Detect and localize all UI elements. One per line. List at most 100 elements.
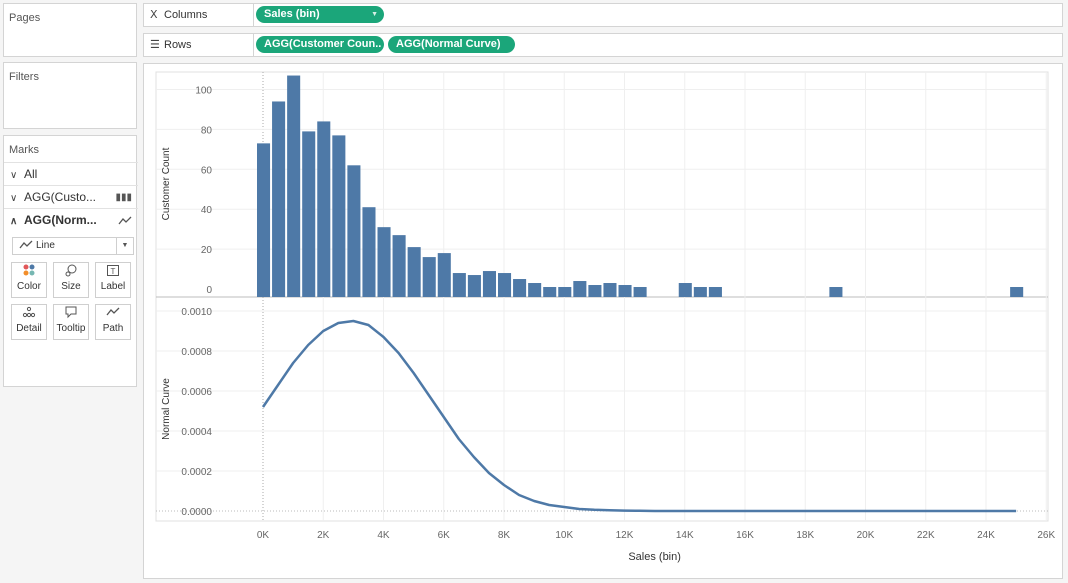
detail-icon [12,305,46,323]
histogram-bar [407,247,421,297]
histogram-bar [678,283,692,297]
histogram-bar [257,143,271,297]
histogram-bar [272,101,286,297]
svg-text:T: T [111,267,116,276]
pill-sales-bin[interactable]: Sales (bin) ▼ [256,6,384,23]
y-tick-label: 80 [201,125,213,136]
detail-button[interactable]: Detail [11,304,47,340]
path-icon [96,305,130,323]
tooltip-button-label: Tooltip [56,323,86,334]
marks-card-label: AGG(Norm... [24,213,97,227]
histogram-bar [422,257,436,297]
x-tick-label: 24K [977,530,995,541]
filters-card[interactable]: Filters [3,62,137,129]
tooltip-button[interactable]: Tooltip [53,304,89,340]
x-tick-label: 0K [257,530,270,541]
x-tick-label: 6K [438,530,451,541]
y-axis-title-customer-count: Customer Count [161,147,172,220]
histogram-bar [467,275,481,297]
label-button[interactable]: T Label [95,262,131,298]
chart-panel: 0K 2K 4K 6K 8K 10K 12K 14K 16K 18K 20K 22K 24K 26K 0 20… [143,63,1063,579]
x-tick-label: 8K [498,530,511,541]
columns-shelf-label: Ⅹ Columns [144,4,254,26]
path-button[interactable]: Path [95,304,131,340]
histogram-bar [618,285,632,297]
x-tick-label: 10K [555,530,573,541]
y-tick-label: 0.0000 [181,507,212,518]
chevron-down-icon: ∨ [10,193,18,204]
pill-label: AGG(Normal Curve) [396,38,501,50]
histogram-bar [829,287,843,297]
x-tick-label: 12K [616,530,634,541]
y-tick-label: 60 [201,165,213,176]
y-tick-label: 0.0010 [181,307,212,318]
histogram-bar [452,273,466,297]
histogram-bar [332,135,346,297]
histogram-bar [693,287,707,297]
histogram-bar [573,281,587,297]
bar-chart-icon: ▮▮▮ [115,192,132,203]
marks-card-normal-curve[interactable]: ∧ AGG(Norm... [4,208,138,231]
chevron-up-icon: ∧ [10,216,18,227]
pill-label: Sales (bin) [264,8,320,20]
mark-type-value: Line [36,240,55,251]
size-button[interactable]: Size [53,262,89,298]
rows-icon: ☰ [150,39,160,51]
pill-dropdown-icon[interactable]: ▼ [371,6,378,23]
rows-label-text: Rows [164,39,192,51]
y-tick-label: 100 [195,86,212,97]
path-button-label: Path [102,323,124,334]
y-tick-label: 0.0006 [181,387,212,398]
histogram-bar [558,287,572,297]
histogram-bar [708,287,722,297]
y-tick-label: 20 [201,245,213,256]
mark-type-select[interactable]: Line ▼ [12,237,134,255]
histogram-bar [392,235,406,297]
y-tick-label: 40 [201,205,213,216]
pages-card[interactable]: Pages [3,3,137,57]
histogram-bar [482,271,496,297]
pages-title: Pages [9,12,41,24]
y-axis-title-normal-curve: Normal Curve [161,378,172,440]
dropdown-arrow-icon[interactable]: ▼ [116,238,133,254]
label-icon: T [96,263,130,281]
color-button[interactable]: Color [11,262,47,298]
histogram-bar [633,287,647,297]
normal-curve-line [261,319,1017,513]
histogram-bar [588,285,602,297]
filters-title: Filters [9,71,39,83]
x-tick-label: 16K [736,530,754,541]
histogram-bar [543,287,557,297]
histogram-bar [437,253,451,297]
marks-card-customer-count[interactable]: ∨ AGG(Custo... ▮▮▮ [4,185,138,208]
y-tick-label: 0.0002 [181,467,212,478]
columns-icon: Ⅹ [150,9,158,21]
marks-card: Marks ∨ All ∨ AGG(Custo... ▮▮▮ ∧ AGG(Norm..… [3,135,138,387]
histogram-bar [347,165,361,297]
y-tick-label: 0 [206,285,212,296]
x-tick-label: 20K [857,530,875,541]
label-button-label: Label [100,281,126,292]
chart-svg: 0K 2K 4K 6K 8K 10K 12K 14K 16K 18K 20K 22K 24K 26K 0 20… [155,71,1055,563]
line-chart-icon [118,216,132,225]
x-tick-label: 2K [317,530,330,541]
rows-shelf[interactable]: ☰ Rows AGG(Customer Coun.. AGG(Normal Cur… [143,33,1063,57]
color-icon [12,263,46,281]
columns-shelf[interactable]: Ⅹ Columns Sales (bin) ▼ [143,3,1063,27]
x-tick-label: 4K [377,530,390,541]
columns-label-text: Columns [164,9,208,21]
histogram-bar [1010,287,1024,297]
line-icon [19,240,33,249]
x-axis-title: Sales (bin) [628,551,681,563]
pill-normal-curve[interactable]: AGG(Normal Curve) [388,36,515,53]
histogram-bar [317,121,331,297]
marks-all-row[interactable]: ∨ All [4,162,138,185]
color-button-label: Color [17,281,41,292]
y-tick-label: 0.0008 [181,347,212,358]
pill-customer-count[interactable]: AGG(Customer Coun.. [256,36,384,53]
histogram-bar [287,75,301,297]
marks-all-label: All [24,167,38,181]
x-tick-label: 26K [1037,530,1055,541]
y-tick-label: 0.0004 [181,427,212,438]
chevron-down-icon: ∨ [10,170,18,181]
